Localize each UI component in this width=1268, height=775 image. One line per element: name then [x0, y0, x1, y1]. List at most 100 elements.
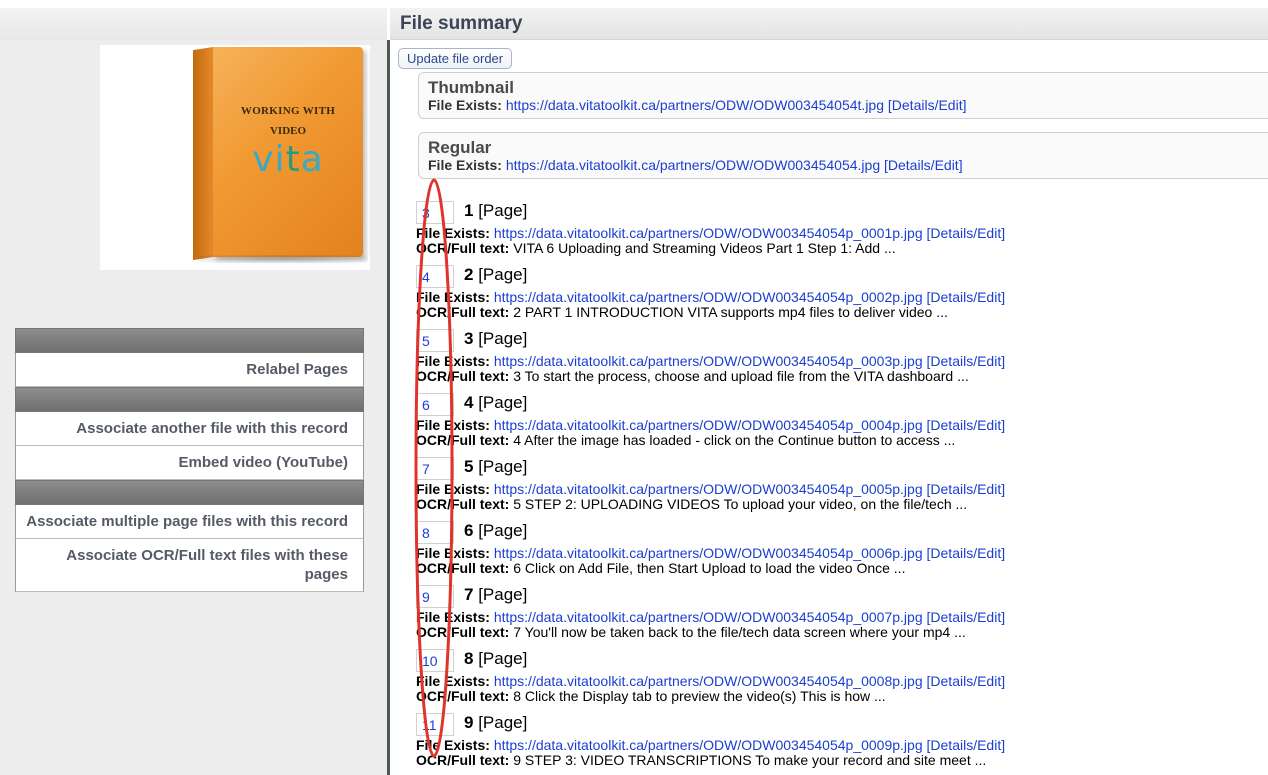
page-tag: [Page] [478, 201, 528, 220]
page-ocr-text: 8 Click the Display tab to preview the v… [513, 688, 886, 704]
associate-another-file-link[interactable]: Associate another file with this record [15, 412, 364, 446]
file-exists-label: File Exists: [416, 545, 490, 561]
page-file-line: File Exists: https://data.vitatoolkit.ca… [416, 481, 1005, 497]
page-ocr-text: 2 PART 1 INTRODUCTION VITA supports mp4 … [513, 304, 948, 320]
file-exists-label: File Exists: [428, 97, 502, 113]
page-file-link[interactable]: https://data.vitatoolkit.ca/partners/ODW… [494, 417, 923, 433]
regular-file-link[interactable]: https://data.vitatoolkit.ca/partners/ODW… [506, 157, 880, 173]
page-order-input[interactable] [416, 457, 454, 480]
associate-ocr-files-link[interactable]: Associate OCR/Full text files with these… [15, 539, 364, 592]
page-order-input[interactable] [416, 393, 454, 416]
page-order-input[interactable] [416, 201, 454, 224]
page-file-line: File Exists: https://data.vitatoolkit.ca… [416, 225, 1005, 241]
relabel-pages-link[interactable]: Relabel Pages [15, 353, 364, 387]
page-tag: [Page] [478, 457, 528, 476]
page-label: 6 [Page] [464, 521, 527, 541]
page-file-link[interactable]: https://data.vitatoolkit.ca/partners/ODW… [494, 225, 923, 241]
list-item: 1 [Page] File Exists: https://data.vitato… [416, 194, 1266, 258]
menu-separator [15, 328, 364, 353]
page-ocr-text: 4 After the image has loaded - click on … [513, 432, 956, 448]
page-file-link[interactable]: https://data.vitatoolkit.ca/partners/ODW… [494, 545, 923, 561]
page-details-edit-link[interactable]: [Details/Edit] [927, 481, 1006, 497]
regular-file-line: File Exists: https://data.vitatoolkit.ca… [428, 157, 1268, 173]
page-ocr-text: 5 STEP 2: UPLOADING VIDEOS To upload you… [513, 496, 968, 512]
sidebar-menu: Relabel Pages Associate another file wit… [15, 328, 364, 592]
page-details-edit-link[interactable]: [Details/Edit] [927, 225, 1006, 241]
page-file-link[interactable]: https://data.vitatoolkit.ca/partners/ODW… [494, 289, 923, 305]
sidebar-top-band [0, 8, 387, 40]
file-exists-label: File Exists: [428, 157, 502, 173]
regular-details-edit-link[interactable]: [Details/Edit] [884, 157, 963, 173]
page-ocr-text: 3 To start the process, choose and uploa… [513, 368, 969, 384]
page-order-input[interactable] [416, 521, 454, 544]
page-ocr-text: 7 You'll now be taken back to the file/t… [513, 624, 966, 640]
thumbnail-file-box: Thumbnail File Exists: https://data.vita… [418, 72, 1268, 119]
page-details-edit-link[interactable]: [Details/Edit] [927, 737, 1006, 753]
ocr-label: OCR/Full text: [416, 624, 510, 640]
page-file-link[interactable]: https://data.vitatoolkit.ca/partners/ODW… [494, 353, 923, 369]
list-item: 6 [Page] File Exists: https://data.vitato… [416, 514, 1266, 578]
page-details-edit-link[interactable]: [Details/Edit] [927, 609, 1006, 625]
thumbnail-file-line: File Exists: https://data.vitatoolkit.ca… [428, 97, 1268, 113]
page-file-link[interactable]: https://data.vitatoolkit.ca/partners/ODW… [494, 481, 923, 497]
page-title: File summary [400, 13, 523, 34]
thumbnail-details-edit-link[interactable]: [Details/Edit] [888, 97, 967, 113]
ocr-label: OCR/Full text: [416, 304, 510, 320]
page-label: 5 [Page] [464, 457, 527, 477]
page-details-edit-link[interactable]: [Details/Edit] [927, 673, 1006, 689]
embed-video-youtube-link[interactable]: Embed video (YouTube) [15, 446, 364, 480]
ocr-label: OCR/Full text: [416, 688, 510, 704]
page-file-link[interactable]: https://data.vitatoolkit.ca/partners/ODW… [494, 609, 923, 625]
page-ocr-line: OCR/Full text: 7 You'll now be taken bac… [416, 624, 966, 640]
page-ocr-line: OCR/Full text: 6 Click on Add File, then… [416, 560, 905, 576]
page-number: 1 [464, 201, 474, 220]
associate-multiple-page-files-link[interactable]: Associate multiple page files with this … [15, 505, 364, 539]
page-order-input[interactable] [416, 265, 454, 288]
page-file-link[interactable]: https://data.vitatoolkit.ca/partners/ODW… [494, 737, 923, 753]
vita-logo: vita [252, 139, 324, 180]
page-details-edit-link[interactable]: [Details/Edit] [927, 353, 1006, 369]
page-number: 6 [464, 521, 474, 540]
page-label: 8 [Page] [464, 649, 527, 669]
page-file-line: File Exists: https://data.vitatoolkit.ca… [416, 417, 1005, 433]
page-tag: [Page] [478, 329, 528, 348]
page-file-line: File Exists: https://data.vitatoolkit.ca… [416, 545, 1005, 561]
file-exists-label: File Exists: [416, 417, 490, 433]
page-number: 5 [464, 457, 474, 476]
page-file-line: File Exists: https://data.vitatoolkit.ca… [416, 673, 1005, 689]
page-file-line: File Exists: https://data.vitatoolkit.ca… [416, 353, 1005, 369]
page-file-line: File Exists: https://data.vitatoolkit.ca… [416, 737, 1005, 753]
page-order-input[interactable] [416, 649, 454, 672]
page-order-input[interactable] [416, 713, 454, 736]
page-details-edit-link[interactable]: [Details/Edit] [927, 545, 1006, 561]
ocr-label: OCR/Full text: [416, 560, 510, 576]
sidebar-divider [387, 40, 390, 775]
book-cover: WORKING WITH VIDEO vita [213, 47, 363, 257]
page-label: 1 [Page] [464, 201, 527, 221]
page-ocr-line: OCR/Full text: 2 PART 1 INTRODUCTION VIT… [416, 304, 948, 320]
file-summary-header: File summary [390, 8, 1268, 40]
page-number: 3 [464, 329, 474, 348]
book-title-line1: WORKING WITH [240, 105, 336, 117]
book-title-line2: VIDEO [269, 125, 307, 137]
page-ocr-line: OCR/Full text: 3 To start the process, c… [416, 368, 969, 384]
page-tag: [Page] [478, 393, 528, 412]
page-label: 3 [Page] [464, 329, 527, 349]
page-details-edit-link[interactable]: [Details/Edit] [927, 289, 1006, 305]
page-order-input[interactable] [416, 329, 454, 352]
update-file-order-button[interactable]: Update file order [398, 48, 513, 69]
page-ocr-text: VITA 6 Uploading and Streaming Videos Pa… [513, 240, 896, 256]
thumbnail-file-link[interactable]: https://data.vitatoolkit.ca/partners/ODW… [506, 97, 884, 113]
page-files-list: 1 [Page] File Exists: https://data.vitato… [416, 194, 1266, 770]
page-file-line: File Exists: https://data.vitatoolkit.ca… [416, 609, 1005, 625]
list-item: 2 [Page] File Exists: https://data.vitato… [416, 258, 1266, 322]
list-item: 9 [Page] File Exists: https://data.vitato… [416, 706, 1266, 770]
file-exists-label: File Exists: [416, 225, 490, 241]
page-file-line: File Exists: https://data.vitatoolkit.ca… [416, 289, 1005, 305]
page-order-input[interactable] [416, 585, 454, 608]
menu-separator [15, 387, 364, 412]
page-details-edit-link[interactable]: [Details/Edit] [927, 417, 1006, 433]
page-tag: [Page] [478, 521, 528, 540]
page-ocr-line: OCR/Full text: 8 Click the Display tab t… [416, 688, 886, 704]
page-file-link[interactable]: https://data.vitatoolkit.ca/partners/ODW… [494, 673, 923, 689]
